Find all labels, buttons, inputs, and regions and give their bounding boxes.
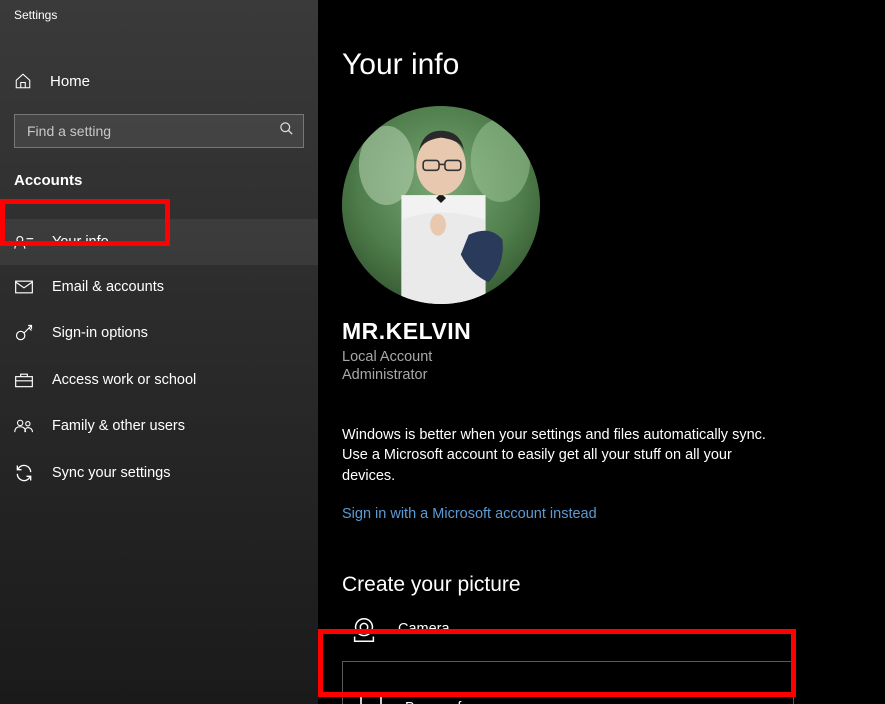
nav-access-work-school[interactable]: Access work or school <box>0 357 318 403</box>
sign-in-ms-link[interactable]: Sign in with a Microsoft account instead <box>342 506 597 522</box>
browse-option-container: Browse for one <box>342 661 794 704</box>
browse-icon <box>355 692 387 704</box>
create-picture-heading: Create your picture <box>342 573 885 597</box>
nav-email-accounts[interactable]: Email & accounts <box>0 265 318 309</box>
sync-icon <box>14 463 34 483</box>
nav-label: Access work or school <box>52 372 196 388</box>
content-area: Your info MR.KELVIN Local Account Admini… <box>318 0 885 704</box>
camera-option[interactable]: Camera <box>342 597 885 661</box>
nav-sign-in-options[interactable]: Sign-in options <box>0 309 318 357</box>
sync-description: Windows is better when your settings and… <box>342 425 787 486</box>
people-icon <box>14 417 34 435</box>
home-icon <box>14 72 32 90</box>
page-title: Your info <box>342 48 885 82</box>
window-title: Settings <box>0 0 318 30</box>
nav-label: Family & other users <box>52 418 185 434</box>
search-box <box>14 114 304 148</box>
camera-label: Camera <box>398 621 450 637</box>
camera-icon <box>348 613 380 645</box>
browse-label: Browse for one <box>405 700 503 704</box>
home-link[interactable]: Home <box>0 60 318 102</box>
username: MR.KELVIN <box>342 318 885 345</box>
nav-sync-settings[interactable]: Sync your settings <box>0 449 318 497</box>
briefcase-icon <box>14 371 34 389</box>
section-header: Accounts <box>0 172 318 189</box>
search-input[interactable] <box>14 114 304 148</box>
browse-option[interactable]: Browse for one <box>343 680 793 704</box>
nav-label: Your info <box>52 234 109 250</box>
sidebar: Settings Home Accounts Your info Email &… <box>0 0 318 704</box>
nav-label: Sign-in options <box>52 325 148 341</box>
mail-icon <box>14 279 34 295</box>
avatar <box>342 106 540 304</box>
account-role: Administrator <box>342 367 885 383</box>
nav-label: Sync your settings <box>52 465 170 481</box>
nav-your-info[interactable]: Your info <box>0 219 318 265</box>
account-type: Local Account <box>342 349 885 365</box>
nav-label: Email & accounts <box>52 279 164 295</box>
nav-list: Your info Email & accounts Sign-in optio… <box>0 219 318 497</box>
nav-family-other-users[interactable]: Family & other users <box>0 403 318 449</box>
home-label: Home <box>50 73 90 90</box>
person-card-icon <box>14 233 34 251</box>
key-icon <box>14 323 34 343</box>
